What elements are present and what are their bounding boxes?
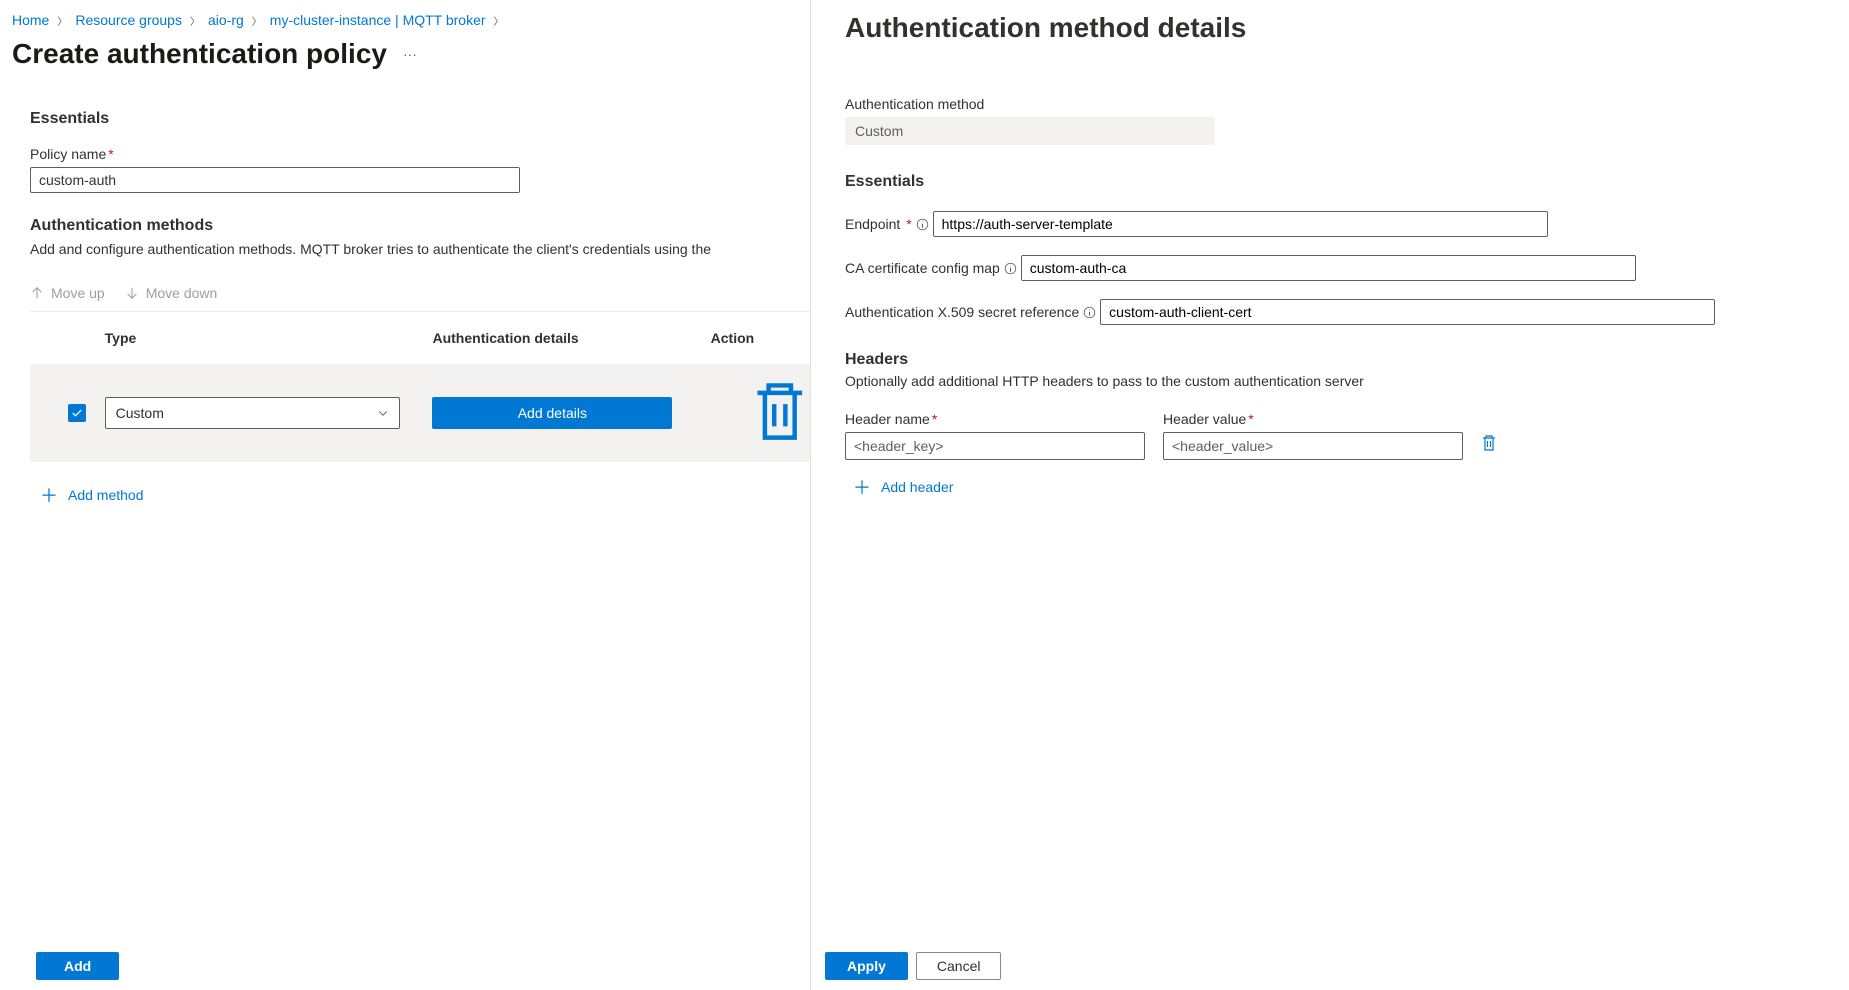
- chevron-right-icon: 〉: [492, 13, 506, 28]
- trash-icon: [1481, 434, 1497, 452]
- add-method-button[interactable]: ＋ Add method: [30, 462, 810, 508]
- methods-table: Type Authentication details Action Custo…: [30, 312, 810, 508]
- breadcrumb: Home 〉 Resource groups 〉 aio-rg 〉 my-clu…: [12, 12, 810, 28]
- info-icon[interactable]: [1004, 262, 1017, 275]
- col-type-header: Type: [105, 330, 433, 346]
- header-name-label: Header name*: [845, 411, 1145, 427]
- page-title: Create authentication policy: [12, 38, 387, 70]
- table-header: Type Authentication details Action: [30, 312, 810, 364]
- apply-button[interactable]: Apply: [825, 952, 908, 980]
- policy-name-label: Policy name*: [30, 146, 114, 162]
- breadcrumb-home[interactable]: Home: [12, 12, 49, 28]
- secret-ref-input[interactable]: [1100, 299, 1715, 325]
- add-button[interactable]: Add: [36, 952, 119, 980]
- delete-header-button[interactable]: [1481, 434, 1497, 460]
- more-icon[interactable]: ···: [403, 46, 417, 62]
- auth-method-value: Custom: [845, 117, 1215, 145]
- headers-heading: Headers: [845, 351, 1823, 369]
- header-value-input[interactable]: [1163, 432, 1463, 460]
- endpoint-label: Endpoint*: [845, 216, 929, 232]
- secret-ref-label: Authentication X.509 secret reference: [845, 304, 1096, 320]
- ca-config-map-input[interactable]: [1021, 255, 1636, 281]
- panel-essentials-heading: Essentials: [845, 173, 1823, 191]
- checkmark-icon: [71, 407, 83, 419]
- auth-method-label: Authentication method: [845, 96, 984, 112]
- col-details-header: Authentication details: [432, 330, 710, 346]
- essentials-heading: Essentials: [30, 110, 810, 128]
- chevron-right-icon: 〉: [55, 13, 69, 28]
- ca-config-map-label: CA certificate config map: [845, 260, 1017, 276]
- col-action-header: Action: [711, 330, 810, 346]
- panel-title: Authentication method details: [845, 12, 1823, 44]
- auth-methods-description: Add and configure authentication methods…: [30, 241, 810, 257]
- breadcrumb-aio-rg[interactable]: aio-rg: [208, 12, 244, 28]
- chevron-right-icon: 〉: [188, 13, 202, 28]
- add-details-button[interactable]: Add details: [432, 397, 672, 429]
- arrow-down-icon: [125, 286, 139, 300]
- endpoint-input[interactable]: [933, 211, 1548, 237]
- cancel-button[interactable]: Cancel: [916, 952, 1002, 980]
- breadcrumb-cluster[interactable]: my-cluster-instance | MQTT broker: [270, 12, 486, 28]
- delete-row-button[interactable]: [750, 432, 810, 448]
- row-checkbox[interactable]: [68, 404, 86, 422]
- details-side-panel: Authentication method details Authentica…: [810, 0, 1849, 990]
- auth-methods-heading: Authentication methods: [30, 217, 810, 235]
- chevron-right-icon: 〉: [250, 13, 264, 28]
- info-icon[interactable]: [1083, 306, 1096, 319]
- policy-name-input[interactable]: [30, 167, 520, 193]
- type-select-value: Custom: [116, 405, 164, 421]
- header-value-label: Header value*: [1163, 411, 1463, 427]
- chevron-down-icon: [377, 407, 389, 419]
- header-row: Header name* Header value*: [845, 411, 1823, 460]
- move-up-button[interactable]: Move up: [30, 285, 105, 301]
- header-name-input[interactable]: [845, 432, 1145, 460]
- breadcrumb-resource-groups[interactable]: Resource groups: [75, 12, 182, 28]
- type-select[interactable]: Custom: [105, 397, 400, 429]
- headers-description: Optionally add additional HTTP headers t…: [845, 373, 1823, 389]
- arrow-up-icon: [30, 286, 44, 300]
- table-row: Custom Add details: [30, 364, 810, 462]
- info-icon[interactable]: [916, 218, 929, 231]
- add-header-button[interactable]: ＋ Add header: [845, 474, 1823, 500]
- plus-icon: ＋: [40, 482, 58, 508]
- trash-icon: [750, 378, 810, 445]
- move-down-button[interactable]: Move down: [125, 285, 218, 301]
- plus-icon: ＋: [853, 474, 871, 500]
